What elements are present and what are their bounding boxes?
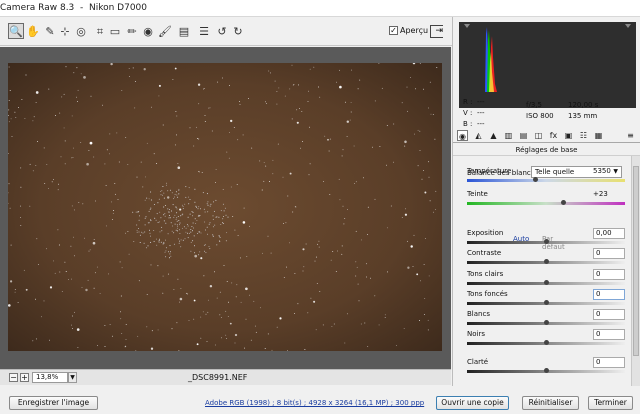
open-copy-button[interactable]: Ouvrir une copie (436, 396, 509, 410)
save-image-button[interactable]: Enregistrer l'image (9, 396, 98, 410)
tab-split-toning-icon[interactable]: ▤ (518, 130, 529, 141)
temperature-value: 5350 (593, 167, 611, 175)
footer-bar: Enregistrer l'image Adobe RGB (1998) ; 8… (0, 386, 640, 414)
whites-value[interactable]: 0 (593, 309, 625, 320)
tab-presets-icon[interactable]: ☷ (578, 130, 589, 141)
preview-checkbox[interactable]: ✓ (389, 26, 398, 35)
title-bar: Camera Raw 8.3 - Nikon D7000 (0, 0, 640, 17)
temperature-slider-track[interactable] (467, 179, 625, 182)
highlight-clipping-icon (625, 24, 631, 28)
tab-fx-icon[interactable]: fx (548, 130, 559, 141)
temperature-slider-thumb[interactable] (532, 177, 538, 182)
tint-label: Teinte (467, 190, 488, 198)
white-balance-value: Telle quelle (535, 168, 575, 176)
reset-button[interactable]: Réinitialiser (522, 396, 579, 410)
blacks-slider-thumb[interactable] (544, 340, 549, 345)
done-button[interactable]: Terminer (588, 396, 633, 410)
tab-lens-icon[interactable]: ◫ (533, 130, 544, 141)
preview-label: Aperçu (400, 26, 429, 35)
green-value: --- (477, 109, 485, 117)
tab-detail-icon[interactable]: ▲ (488, 130, 499, 141)
whites-label: Blancs (467, 310, 490, 318)
rgb-readout: R : --- V : --- B : --- (463, 97, 491, 130)
status-bar: − + 13,8% ▼ _DSC8991.NEF (0, 369, 451, 385)
focal-value: 135 mm (568, 112, 598, 120)
tint-slider-track[interactable] (467, 202, 625, 205)
rotate-left-tool-icon[interactable]: ↺ (214, 23, 230, 39)
red-value: --- (477, 98, 485, 106)
scrollbar-thumb[interactable] (633, 166, 639, 356)
exposure-slider-thumb[interactable] (544, 239, 549, 244)
highlights-slider-thumb[interactable] (544, 280, 549, 285)
window-title: Camera Raw 8.3 - Nikon D7000 (0, 3, 148, 13)
whites-slider-thumb[interactable] (544, 320, 549, 325)
panel-menu-icon[interactable]: ≡ (625, 130, 636, 141)
tab-camera-calibration-icon[interactable]: ▣ (563, 130, 574, 141)
camera-info: f/3,5 120,00 s ISO 800 135 mm (526, 100, 610, 122)
section-title: Réglages de base (453, 144, 640, 156)
contrast-value[interactable]: 0 (593, 248, 625, 259)
clarity-value[interactable]: 0 (593, 357, 625, 368)
rotate-right-tool-icon[interactable]: ↻ (230, 23, 246, 39)
green-label: V : (463, 109, 473, 117)
preview-toggle[interactable]: ✓ Aperçu (389, 26, 428, 35)
file-name: _DSC8991.NEF (188, 373, 248, 382)
shadows-slider-thumb[interactable] (544, 300, 549, 305)
panel-tabs: ◉ ◭ ▲ ▥ ▤ ◫ fx ▣ ☷ ▦ ≡ (453, 129, 640, 143)
preview-area (0, 47, 451, 369)
tab-hsl-icon[interactable]: ▥ (503, 130, 514, 141)
tint-value: +23 (593, 190, 608, 198)
white-balance-tool-icon[interactable]: ✎ (42, 23, 58, 39)
preferences-tool-icon[interactable]: ☰ (196, 23, 212, 39)
right-panel: R : --- V : --- B : --- f/3,5 120,00 s ISO 8… (452, 17, 640, 386)
color-sampler-tool-icon[interactable]: ⊹ (57, 23, 73, 39)
spot-removal-tool-icon[interactable]: ✏ (124, 23, 140, 39)
shadows-value[interactable]: 0 (593, 289, 625, 300)
clarity-label: Clarté (467, 358, 489, 366)
highlights-label: Tons clairs (467, 270, 504, 278)
crop-tool-icon[interactable]: ⌗ (92, 23, 108, 39)
targeted-adjustment-tool-icon[interactable]: ◎ (73, 23, 89, 39)
tab-basic-icon[interactable]: ◉ (457, 130, 468, 141)
hand-tool-icon[interactable]: ✋ (25, 23, 41, 39)
blacks-label: Noirs (467, 330, 485, 338)
straighten-tool-icon[interactable]: ▭ (107, 23, 123, 39)
histogram (459, 22, 636, 108)
graduated-filter-tool-icon[interactable]: ▤ (176, 23, 192, 39)
exposure-value[interactable]: 0,00 (593, 228, 625, 239)
fullscreen-icon[interactable]: ⇥ (430, 25, 443, 38)
exposure-label: Exposition (467, 229, 504, 237)
tab-tone-curve-icon[interactable]: ◭ (473, 130, 484, 141)
contrast-label: Contraste (467, 249, 502, 257)
shutter-value: 120,00 s (568, 101, 599, 109)
workflow-options-link[interactable]: Adobe RGB (1998) ; 8 bit(s) ; 4928 x 326… (205, 399, 424, 407)
histogram-graph (464, 24, 631, 92)
blacks-value[interactable]: 0 (593, 329, 625, 340)
zoom-out-button[interactable]: − (9, 373, 18, 382)
panel-scrollbar[interactable] (631, 156, 640, 386)
red-eye-tool-icon[interactable]: ◉ (140, 23, 156, 39)
shadow-clipping-icon (464, 24, 470, 28)
photo-preview[interactable] (8, 63, 442, 351)
aperture-value: f/3,5 (526, 101, 542, 109)
zoom-level-field[interactable]: 13,8% (32, 372, 68, 383)
zoom-dropdown-icon[interactable]: ▼ (68, 372, 77, 383)
starfield-image (8, 63, 438, 351)
temperature-label: Température (467, 167, 512, 175)
highlights-value[interactable]: 0 (593, 269, 625, 280)
clarity-slider-thumb[interactable] (544, 368, 549, 373)
adjustment-brush-tool-icon[interactable]: 🖌 (157, 23, 173, 39)
shadows-label: Tons foncés (467, 290, 508, 298)
tab-snapshots-icon[interactable]: ▦ (593, 130, 604, 141)
iso-value: ISO 800 (526, 112, 554, 120)
contrast-slider-thumb[interactable] (544, 259, 549, 264)
red-label: R : (463, 98, 473, 106)
zoom-in-button[interactable]: + (20, 373, 29, 382)
zoom-tool-icon[interactable]: 🔍 (8, 23, 24, 39)
